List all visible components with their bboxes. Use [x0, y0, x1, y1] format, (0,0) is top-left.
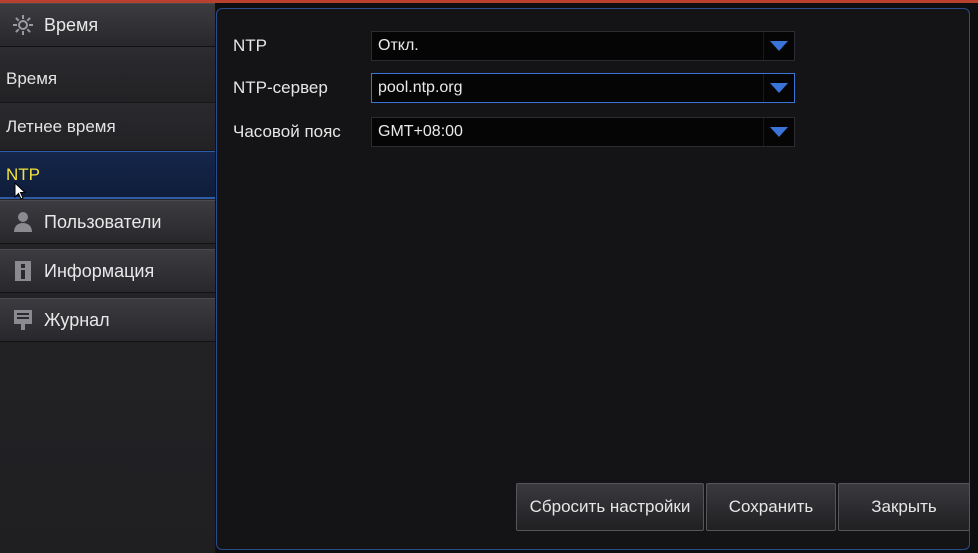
ntp-settings-panel: NTP Откл. NTP-сервер pool.ntp.org Часово… — [216, 8, 970, 550]
sidebar-group-info[interactable]: Информация — [0, 249, 215, 293]
info-icon — [8, 249, 38, 293]
chevron-down-icon[interactable] — [763, 32, 794, 60]
sidebar-item-dst[interactable]: Летнее время — [0, 103, 215, 151]
timezone-label: Часовой пояс — [233, 122, 341, 141]
chevron-down-icon[interactable] — [763, 74, 794, 102]
sidebar-group-time[interactable]: Время — [0, 3, 215, 47]
user-icon — [8, 200, 38, 244]
mouse-cursor-icon — [14, 182, 26, 200]
sidebar-item-ntp[interactable]: NTP — [0, 151, 215, 199]
close-button[interactable]: Закрыть — [838, 483, 970, 531]
sidebar-group-label: Пользователи — [44, 211, 162, 232]
ntp-server-row: NTP-сервер — [233, 73, 353, 103]
sidebar: Время Время Летнее время NTP Пользовател… — [0, 3, 216, 553]
timezone-select[interactable]: GMT+08:00 — [371, 117, 795, 147]
gear-icon — [8, 3, 38, 47]
ntp-server-value: pool.ntp.org — [378, 79, 463, 96]
sidebar-group-users[interactable]: Пользователи — [0, 200, 215, 244]
ntp-label: NTP — [233, 36, 267, 55]
log-icon — [8, 298, 38, 342]
ntp-server-select[interactable]: pool.ntp.org — [371, 73, 795, 103]
ntp-server-label: NTP-сервер — [233, 78, 328, 97]
timezone-value: GMT+08:00 — [378, 123, 463, 140]
ntp-row: NTP — [233, 31, 353, 61]
sidebar-group-log[interactable]: Журнал — [0, 298, 215, 342]
ntp-value: Откл. — [378, 37, 419, 54]
sidebar-group-label: Журнал — [44, 309, 110, 330]
sidebar-group-label: Информация — [44, 260, 155, 281]
timezone-row: Часовой пояс — [233, 117, 353, 147]
chevron-down-icon[interactable] — [763, 118, 794, 146]
reset-settings-button[interactable]: Сбросить настройки — [516, 483, 704, 531]
save-button[interactable]: Сохранить — [706, 483, 836, 531]
ntp-select[interactable]: Откл. — [371, 31, 795, 61]
sidebar-group-label: Время — [44, 14, 99, 35]
sidebar-item-time[interactable]: Время — [0, 55, 215, 103]
